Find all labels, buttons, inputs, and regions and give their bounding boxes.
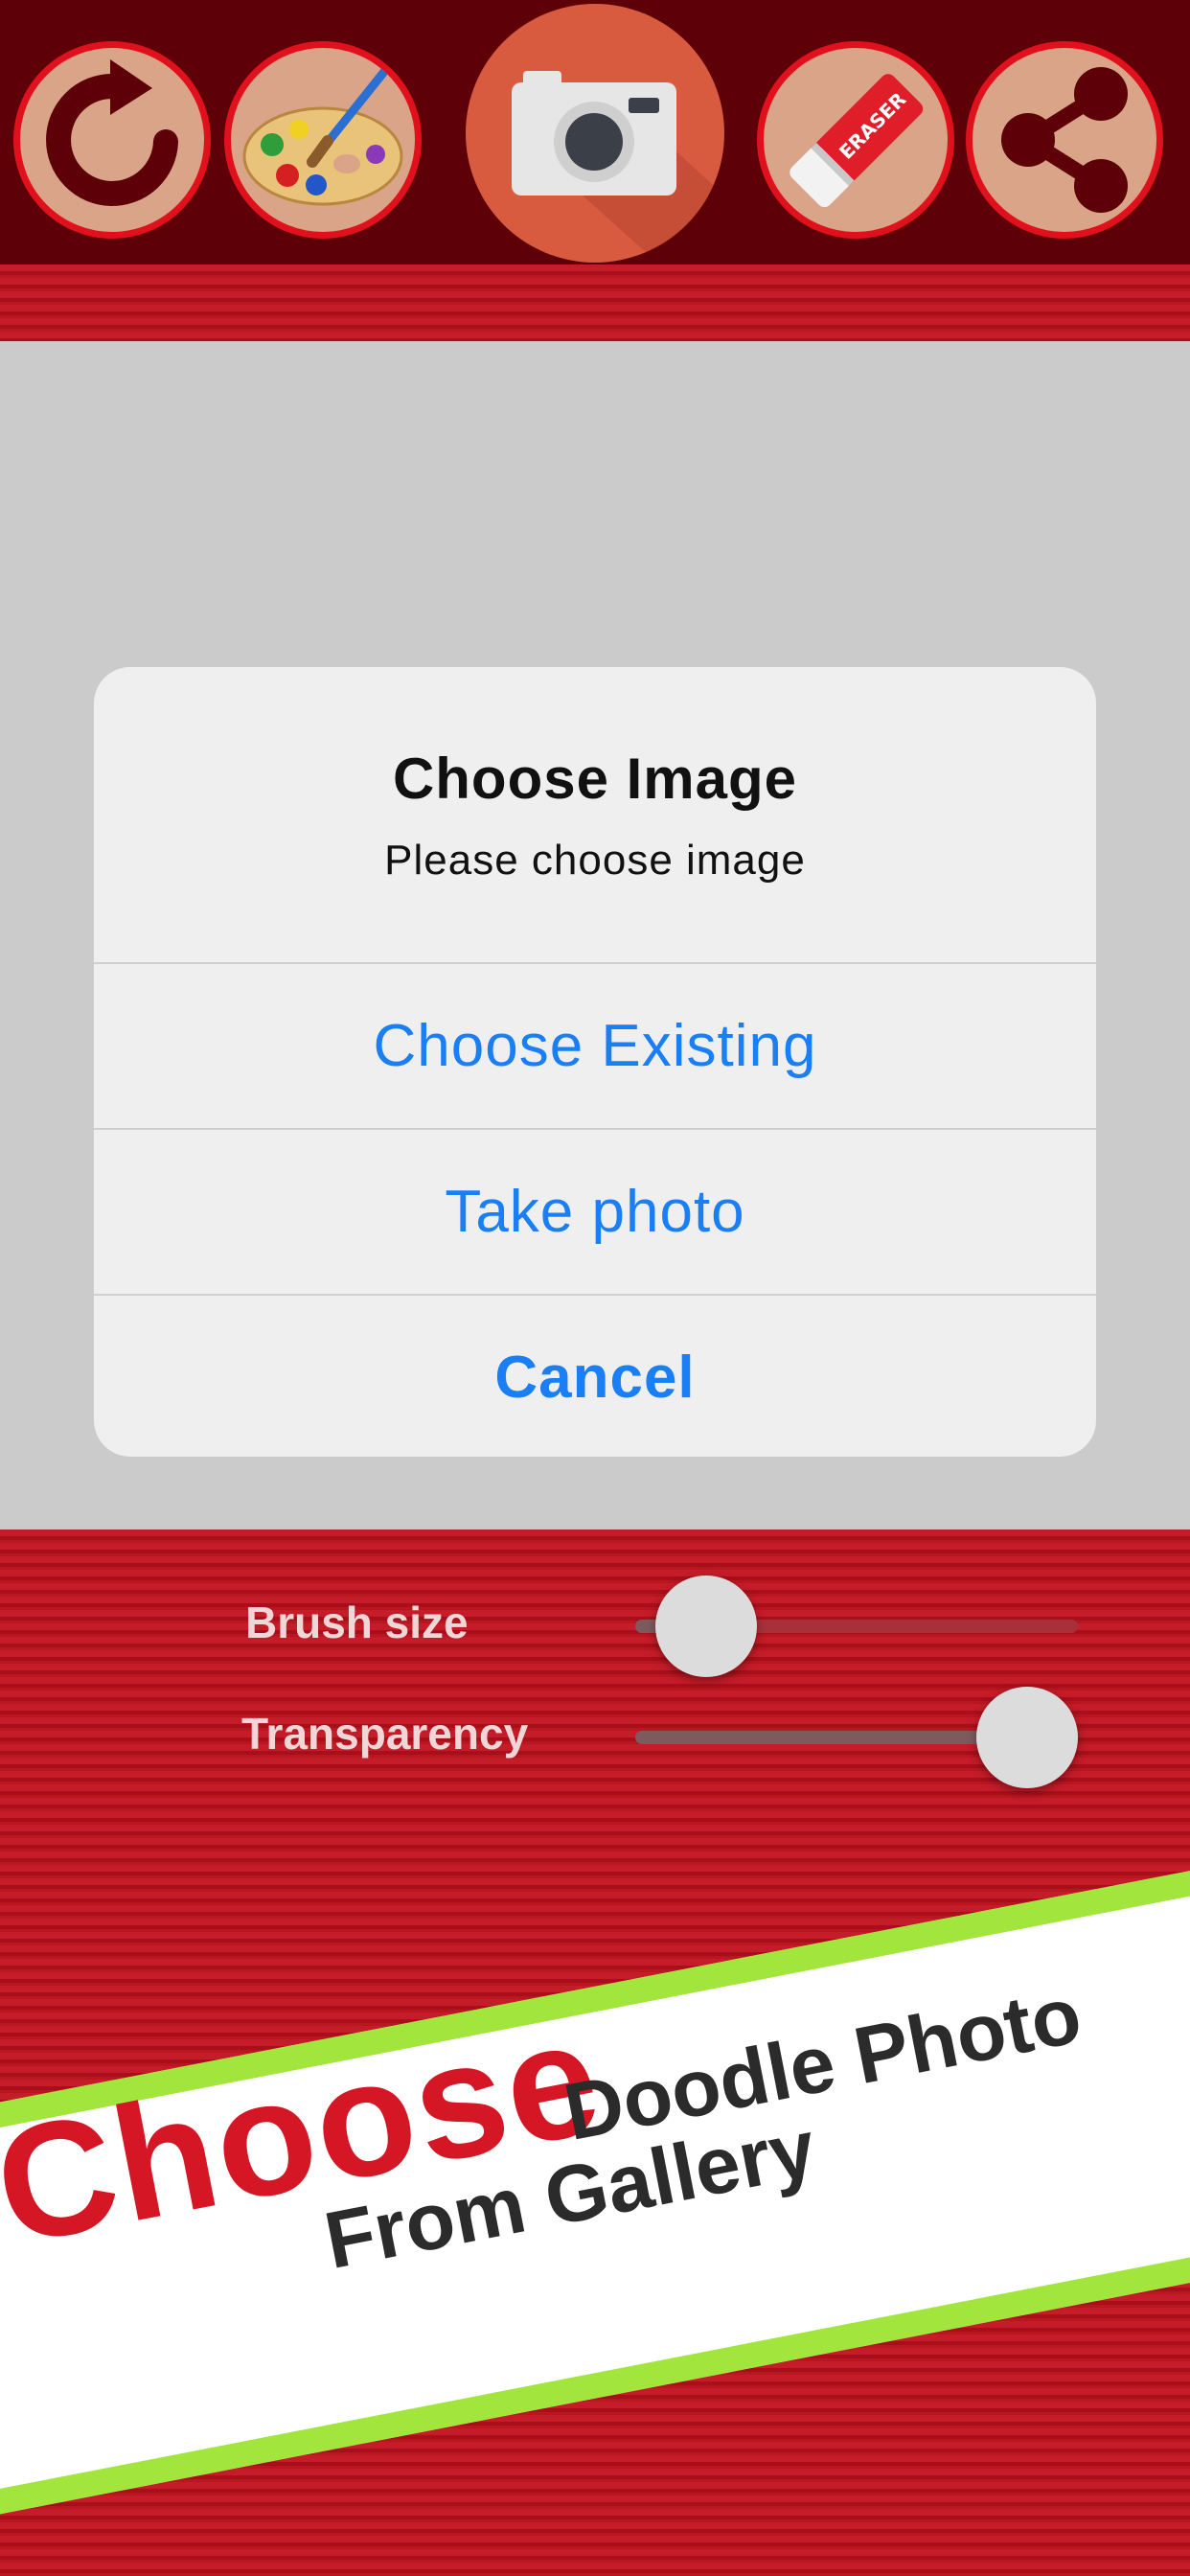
eraser-button[interactable]: ERASER [757, 41, 954, 239]
transparency-thumb[interactable] [976, 1687, 1078, 1788]
dialog-message: Please choose image [384, 837, 806, 884]
brush-size-thumb[interactable] [654, 1576, 757, 1677]
palette-button[interactable] [224, 41, 422, 239]
dialog-title: Choose Image [392, 747, 798, 811]
share-icon [1001, 67, 1128, 213]
toolbar-divider [0, 264, 1190, 341]
palette-icon [242, 54, 403, 206]
cancel-button[interactable]: Cancel [94, 1296, 1096, 1457]
transparency-fill [635, 1731, 1027, 1744]
transparency-label: Transparency [241, 1709, 529, 1759]
choose-existing-button[interactable]: Choose Existing [94, 964, 1096, 1130]
redo-button[interactable] [13, 41, 211, 239]
camera-button[interactable] [466, 4, 724, 263]
share-button[interactable] [966, 41, 1163, 239]
eraser-icon: ERASER [790, 74, 924, 208]
redo-icon [46, 59, 178, 206]
dialog-header: Choose Image Please choose image [94, 667, 1096, 964]
take-photo-button[interactable]: Take photo [94, 1130, 1096, 1296]
camera-icon [512, 71, 724, 263]
choose-image-dialog: Choose Image Please choose image Choose … [94, 667, 1096, 1457]
brush-size-label: Brush size [245, 1598, 469, 1647]
